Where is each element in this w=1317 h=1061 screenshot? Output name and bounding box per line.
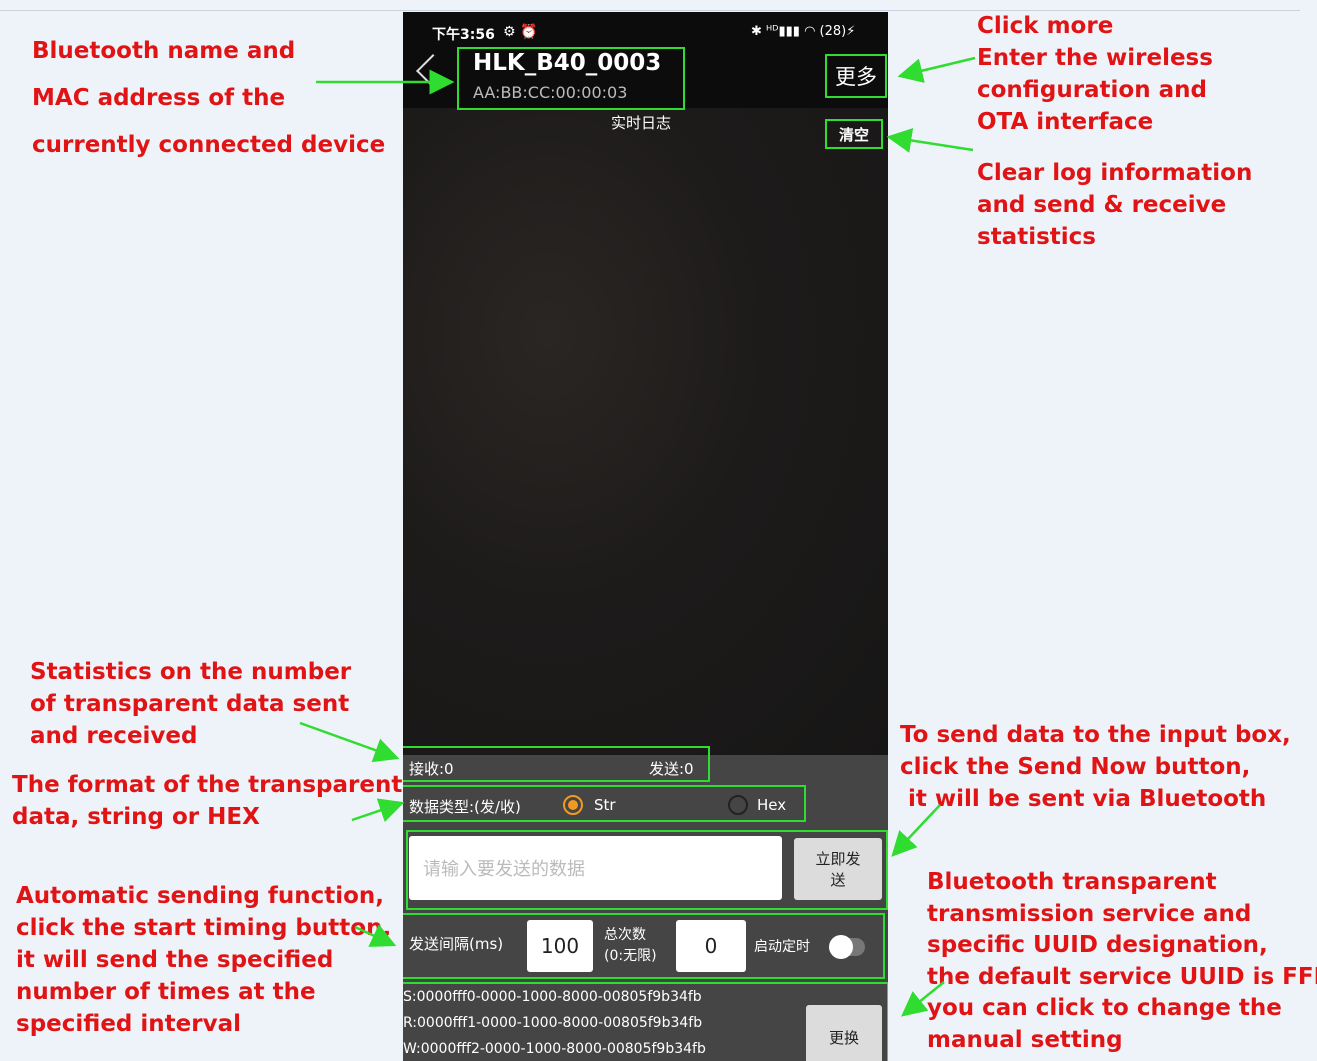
arrow-format: [351, 798, 405, 823]
arrow-more: [897, 56, 976, 83]
arrow-clear: [886, 128, 974, 153]
arrow-stats: [299, 721, 400, 763]
arrow-auto-send: [354, 924, 397, 947]
arrow-send: [891, 804, 941, 857]
arrow-uuid: [901, 981, 945, 1017]
annotation-arrows: [299, 56, 976, 1017]
